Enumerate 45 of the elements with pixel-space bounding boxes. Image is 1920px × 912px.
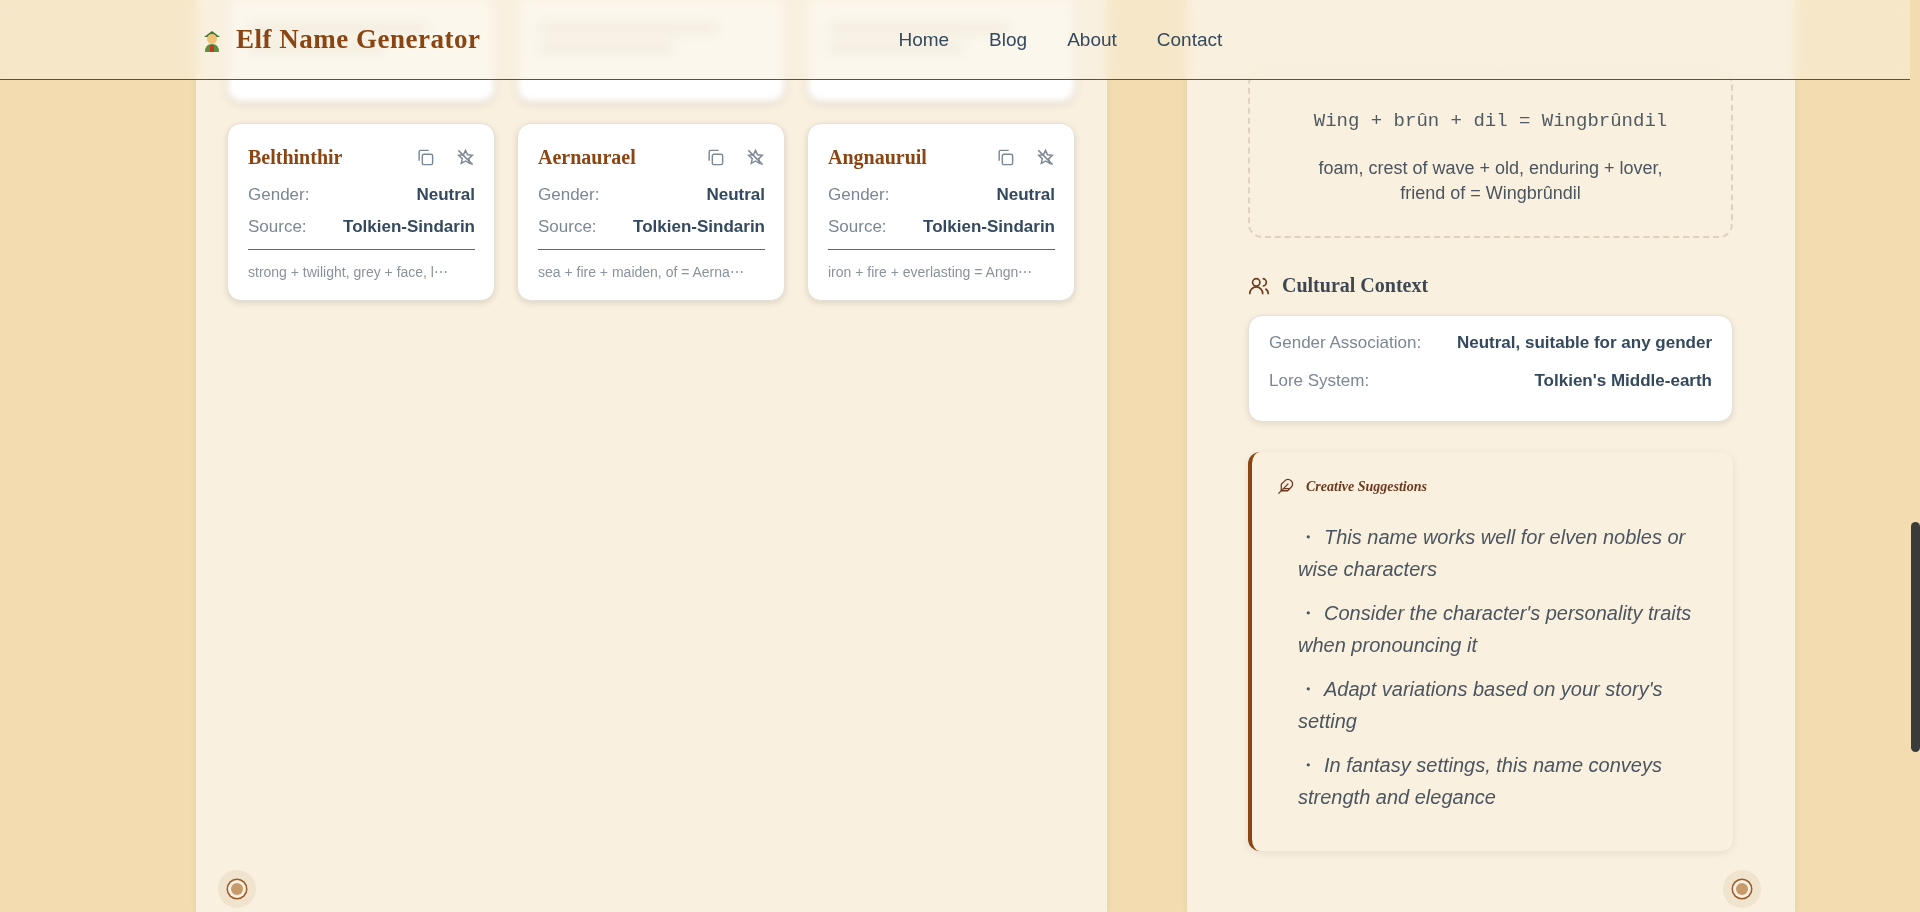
elf-name: Belthinthir: [248, 146, 343, 169]
field-value: Tolkien-Sindarin: [633, 217, 765, 237]
field-value: Neutral: [416, 185, 475, 205]
suggestion-text: ・ In fantasy settings, this name conveys strength and elegance: [1298, 753, 1663, 811]
elf-name: Aernaurael: [538, 146, 636, 169]
field-value: Tolkien's Middle-earth: [1534, 371, 1712, 392]
formula-text: Wing + brûn + dil = Wingbrûndil: [1312, 110, 1669, 132]
copy-icon[interactable]: [416, 148, 435, 167]
meaning-text: iron + fire + everlasting = Angn⋯: [828, 264, 1034, 280]
star-off-icon[interactable]: [456, 148, 475, 167]
field-label: Gender:: [538, 185, 600, 205]
field-value: Tolkien-Sindarin: [923, 217, 1055, 237]
field-label: Gender:: [248, 185, 310, 205]
field-label: Source:: [248, 217, 307, 237]
radio-icon[interactable]: [1723, 870, 1761, 908]
field-label: Source:: [538, 217, 597, 237]
star-off-icon[interactable]: [746, 148, 765, 167]
suggestion-text: ・ Adapt variations based on your story's setting: [1298, 677, 1664, 735]
field-value: Neutral: [996, 185, 1055, 205]
field-label: Lore System:: [1269, 371, 1370, 392]
suggestion-text: ・ Consider the character's personality traits when pronouncing it: [1298, 601, 1693, 659]
copy-icon[interactable]: [996, 148, 1015, 167]
field-value: Neutral: [706, 185, 765, 205]
nav-link[interactable]: Home: [898, 28, 950, 51]
field-label: Gender:: [828, 185, 890, 205]
meaning-text: sea + fire + maiden, of = Aerna⋯: [538, 264, 745, 280]
nav-link[interactable]: About: [1067, 28, 1117, 51]
suggestions-heading: Creative Suggestions: [1306, 478, 1427, 495]
radio-icon[interactable]: [218, 870, 256, 908]
nav-link[interactable]: Blog: [989, 28, 1028, 51]
field-value: Neutral, suitable for any gender: [1456, 333, 1712, 354]
field-label: Gender Association:: [1269, 333, 1422, 354]
site-title[interactable]: Elf Name Generator: [236, 24, 481, 55]
feather-icon: [1277, 478, 1294, 496]
elf-name: Angnauruil: [828, 146, 927, 169]
section-heading: Cultural Context: [1282, 274, 1429, 298]
nav-link[interactable]: Contact: [1156, 28, 1223, 51]
meaning-text: strong + twilight, grey + face, l⋯: [248, 264, 449, 280]
field-label: Source:: [828, 217, 887, 237]
meaning-text: foam, crest of wave + old, enduring + lover, friend of = Wingbrûndil: [1317, 157, 1664, 206]
suggestion-text: ・ This name works well for elven nobles or wise characters: [1298, 525, 1687, 583]
scrollbar[interactable]: [1911, 522, 1920, 752]
copy-icon[interactable]: [706, 148, 725, 167]
field-value: Tolkien-Sindarin: [343, 217, 475, 237]
star-off-icon[interactable]: [1036, 148, 1055, 167]
